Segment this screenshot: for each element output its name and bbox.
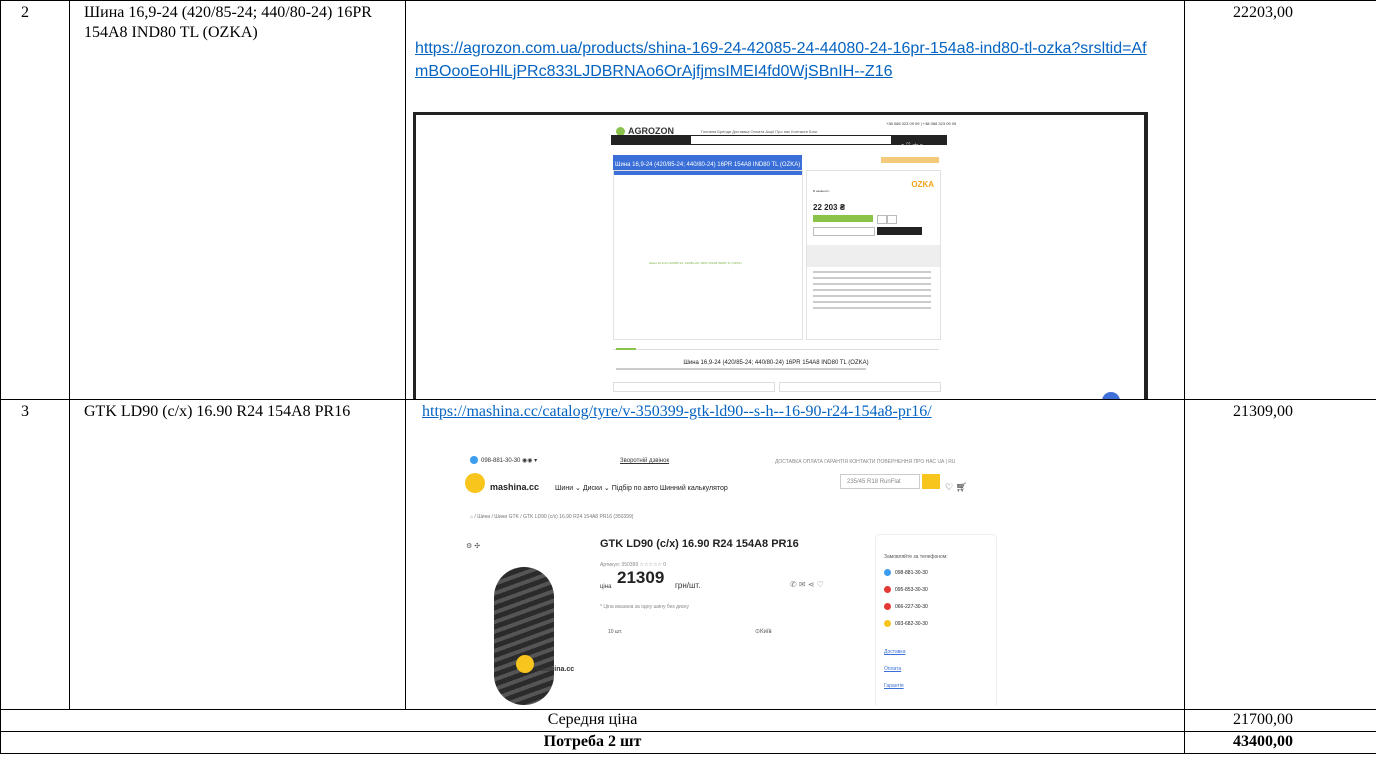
product-name: Шина 16,9-24 (420/85-24; 440/80-24) 16PR… [69, 0, 406, 400]
cart-icon: ⌕ ♡ ⚖ ▾ [901, 143, 923, 149]
tabs [613, 341, 939, 350]
average-value: 21700,00 [1184, 709, 1376, 732]
product-link[interactable]: https://mashina.cc/catalog/tyre/v-350399… [422, 403, 932, 420]
total-label: Потреба 2 шт [0, 731, 1185, 754]
price-value: 22203,00 [1184, 0, 1376, 400]
product-subtitle: Шина 16,9-24 (420/85-24; 440/80-24) 16PR… [683, 360, 869, 366]
price-note: * Ціна вказана за одну шину без диску [600, 604, 690, 610]
site-phones: +38 068 323 09 09 | +38 068 323 09 09 [886, 121, 957, 126]
price-value: 21309,00 [1184, 399, 1376, 710]
status-badge [881, 157, 939, 163]
description [616, 368, 866, 370]
quick-order-button [877, 227, 922, 235]
link-cell: https://mashina.cc/catalog/tyre/v-350399… [405, 399, 1185, 710]
share-icon: ✆ ✉ ⋖ ♡ [790, 580, 824, 589]
search-button [922, 474, 940, 489]
delivery-info [813, 271, 931, 313]
mashina-screenshot: 098-881-30-30 ◉◉ ▾ Зворотній дзвінок ДОС… [420, 447, 1064, 705]
price-table: 2 Шина 16,9-24 (420/85-24; 440/80-24) 16… [0, 0, 1376, 754]
price-label: ціна [600, 584, 612, 590]
total-row: Потреба 2 шт 43400,00 [0, 731, 1376, 754]
row-number: 2 [0, 0, 70, 400]
chat-icon [1102, 392, 1120, 399]
brand-logo: OZKA [911, 180, 934, 189]
product-name: GTK LD90 (c/x) 16.90 R24 154A8 PR16 [69, 399, 406, 710]
search-input [691, 136, 891, 144]
link-cell: https://agrozon.com.ua/products/shina-16… [405, 0, 1185, 400]
table-row: 3 GTK LD90 (c/x) 16.90 R24 154A8 PR16 ht… [0, 399, 1376, 710]
prev-product [613, 382, 775, 392]
breadcrumb: ⌂ / Шини / Шини GTK / GTK LD90 (c/x) 16.… [470, 514, 634, 520]
price-unit: грн/шт. [675, 581, 701, 590]
search-input: 235/45 R18 RunFlat [840, 474, 920, 489]
top-menu: ДОСТАВКА ОПЛАТА ГАРАНТІЯ КОНТАКТИ ПОВЕРН… [775, 459, 956, 465]
season-icon: ⚙ ✣ [466, 543, 481, 550]
mashina-logo: mashina.cc [490, 482, 540, 492]
city: ⊙Київ [755, 629, 772, 635]
order-panel: Замовляйте за телефоном: 098-881-30-30 0… [875, 534, 997, 705]
average-label: Середня ціна [0, 709, 1185, 732]
cart-icon: ♡ 🛒︎ [945, 482, 967, 492]
price: 21309 [617, 568, 665, 587]
phone-item: 093-682-30-30 [884, 614, 928, 634]
table-row: 2 Шина 16,9-24 (420/85-24; 440/80-24) 16… [0, 0, 1376, 400]
mashina-logo-icon [465, 473, 485, 493]
catalog-bar: Каталог товарів ⌕ ♡ ⚖ ▾ [611, 135, 947, 149]
buy-panel: OZKA В наявності 22 203 ₴ [806, 170, 941, 340]
page-title: GTK LD90 (c/x) 16.90 R24 154A8 PR16 [600, 538, 799, 550]
next-product [779, 382, 941, 392]
phone-input [813, 227, 875, 236]
warranty-link: Гарантія [884, 683, 904, 689]
row-number: 3 [0, 399, 70, 710]
compare-icon [887, 215, 897, 224]
top-phone: 098-881-30-30 ◉◉ ▾ [470, 451, 537, 471]
wishlist-icon [877, 215, 887, 224]
product-image: Шина 16,9-24 (420/85-24; 440/80-24) 16PR… [613, 170, 803, 340]
total-value: 43400,00 [1184, 731, 1376, 754]
tire-image: mashina.cc [466, 559, 596, 705]
average-row: Середня ціна 21700,00 [0, 709, 1376, 732]
product-link[interactable]: https://agrozon.com.ua/products/shina-16… [415, 40, 1147, 80]
buy-button [813, 215, 873, 222]
agrozon-screenshot: AGROZON Головна Бренди Доставка Оплата А… [413, 112, 1148, 399]
phones-block [807, 245, 940, 267]
main-menu: Шини ⌄ Диски ⌄ Підбір по авто Шинний кал… [555, 485, 728, 492]
callback-link: Зворотній дзвінок [620, 458, 670, 464]
stock-qty: 10 шт. [608, 629, 623, 635]
